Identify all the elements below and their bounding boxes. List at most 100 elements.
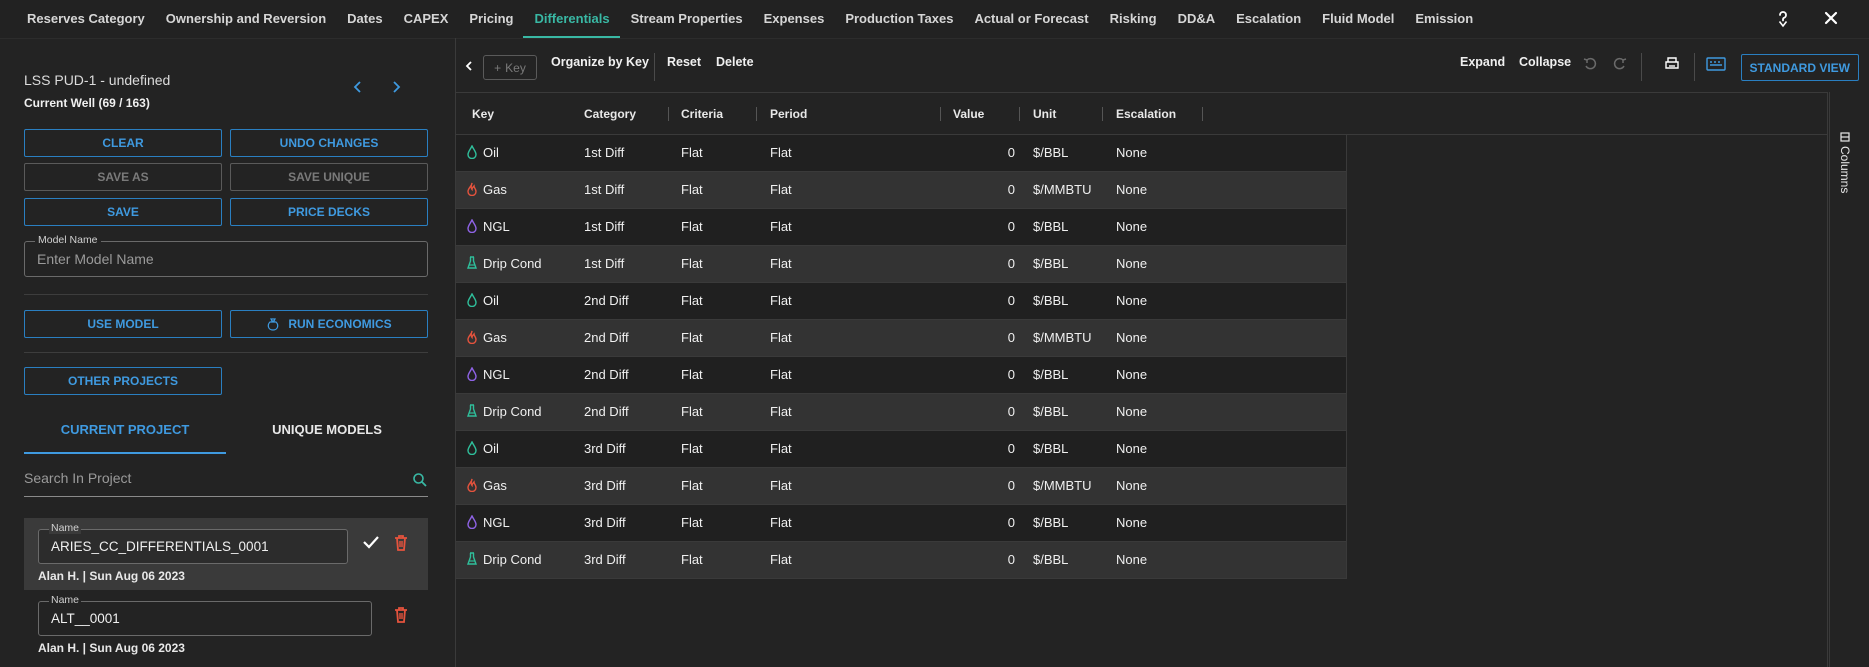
cell-unit[interactable]: $/BBL — [1033, 256, 1068, 271]
column-header-period[interactable]: Period — [770, 107, 807, 121]
delete-button[interactable]: Delete — [716, 55, 754, 69]
column-header-criteria[interactable]: Criteria — [681, 107, 723, 121]
expand-button[interactable]: Expand — [1460, 55, 1505, 69]
cell-value[interactable]: 0 — [975, 441, 1015, 456]
collapse-button[interactable]: Collapse — [1519, 55, 1571, 69]
cell-escalation[interactable]: None — [1116, 256, 1147, 271]
tab-pricing[interactable]: Pricing — [458, 0, 523, 38]
cell-escalation[interactable]: None — [1116, 478, 1147, 493]
table-row[interactable]: Oil 2nd Diff Flat Flat 0 $/BBL None — [456, 283, 1346, 320]
cell-escalation[interactable]: None — [1116, 330, 1147, 345]
use-model-button[interactable]: USE MODEL — [24, 310, 222, 338]
cell-period[interactable]: Flat — [770, 219, 792, 234]
cell-category[interactable]: 2nd Diff — [584, 293, 629, 308]
cell-value[interactable]: 0 — [975, 404, 1015, 419]
tab-fluid-model[interactable]: Fluid Model — [1311, 0, 1404, 38]
save-unique-button[interactable]: SAVE UNIQUE — [230, 163, 428, 191]
table-row[interactable]: Drip Cond 3rd Diff Flat Flat 0 $/BBL None — [456, 542, 1346, 579]
model-list-item[interactable]: Name ALT__0001 Alan H. | Sun Aug 06 2023 — [24, 590, 428, 662]
organize-by-key-button[interactable]: Organize by Key — [551, 55, 649, 69]
tab-differentials[interactable]: Differentials — [523, 0, 620, 38]
cell-unit[interactable]: $/BBL — [1033, 552, 1068, 567]
cell-key[interactable]: NGL — [483, 219, 510, 234]
tab-reserves-category[interactable]: Reserves Category — [16, 0, 155, 38]
cell-category[interactable]: 1st Diff — [584, 182, 624, 197]
tab-capex[interactable]: CAPEX — [393, 0, 459, 38]
cell-unit[interactable]: $/MMBTU — [1033, 182, 1092, 197]
cell-unit[interactable]: $/MMBTU — [1033, 478, 1092, 493]
cell-key[interactable]: Drip Cond — [483, 404, 542, 419]
cell-key[interactable]: Gas — [483, 182, 507, 197]
table-row[interactable]: Gas 2nd Diff Flat Flat 0 $/MMBTU None — [456, 320, 1346, 357]
cell-period[interactable]: Flat — [770, 182, 792, 197]
cell-value[interactable]: 0 — [975, 552, 1015, 567]
cell-key[interactable]: Oil — [483, 293, 499, 308]
tab-stream-properties[interactable]: Stream Properties — [620, 0, 753, 38]
cell-period[interactable]: Flat — [770, 256, 792, 271]
redo-icon[interactable] — [1613, 57, 1627, 76]
cell-criteria[interactable]: Flat — [681, 441, 703, 456]
cell-unit[interactable]: $/BBL — [1033, 145, 1068, 160]
cell-escalation[interactable]: None — [1116, 515, 1147, 530]
cell-category[interactable]: 3rd Diff — [584, 478, 626, 493]
cell-unit[interactable]: $/BBL — [1033, 515, 1068, 530]
clear-button[interactable]: CLEAR — [24, 129, 222, 157]
table-row[interactable]: NGL 3rd Diff Flat Flat 0 $/BBL None — [456, 505, 1346, 542]
cell-period[interactable]: Flat — [770, 145, 792, 160]
cell-category[interactable]: 2nd Diff — [584, 330, 629, 345]
project-search[interactable]: Search In Project — [24, 468, 428, 497]
cell-criteria[interactable]: Flat — [681, 515, 703, 530]
cell-category[interactable]: 1st Diff — [584, 256, 624, 271]
cell-key[interactable]: Gas — [483, 478, 507, 493]
column-header-key[interactable]: Key — [472, 107, 494, 121]
cell-criteria[interactable]: Flat — [681, 330, 703, 345]
tab-dd-a[interactable]: DD&A — [1167, 0, 1226, 38]
cell-escalation[interactable]: None — [1116, 219, 1147, 234]
column-resize-handle[interactable] — [940, 107, 941, 121]
reset-button[interactable]: Reset — [667, 55, 701, 69]
standard-view-button[interactable]: STANDARD VIEW — [1740, 54, 1859, 81]
add-key-button[interactable]: + Key — [483, 55, 537, 80]
cell-criteria[interactable]: Flat — [681, 367, 703, 382]
cell-period[interactable]: Flat — [770, 552, 792, 567]
column-resize-handle[interactable] — [1202, 107, 1203, 121]
tab-current-project[interactable]: CURRENT PROJECT — [24, 422, 226, 454]
column-header-category[interactable]: Category — [584, 107, 636, 121]
next-well-chevron-right-icon[interactable] — [390, 80, 402, 99]
table-row[interactable]: Gas 1st Diff Flat Flat 0 $/MMBTU None — [456, 172, 1346, 209]
model-name-field[interactable]: Model Name Enter Model Name — [24, 234, 428, 277]
cell-criteria[interactable]: Flat — [681, 219, 703, 234]
cell-unit[interactable]: $/BBL — [1033, 441, 1068, 456]
undo-icon[interactable] — [1583, 57, 1597, 76]
tab-risking[interactable]: Risking — [1099, 0, 1167, 38]
search-input[interactable]: Search In Project — [24, 470, 131, 486]
cell-unit[interactable]: $/BBL — [1033, 293, 1068, 308]
column-header-escalation[interactable]: Escalation — [1116, 107, 1176, 121]
column-resize-handle[interactable] — [1019, 107, 1020, 121]
cell-period[interactable]: Flat — [770, 441, 792, 456]
cell-escalation[interactable]: None — [1116, 293, 1147, 308]
run-economics-button[interactable]: RUN ECONOMICS — [230, 310, 428, 338]
cell-category[interactable]: 3rd Diff — [584, 441, 626, 456]
cell-criteria[interactable]: Flat — [681, 182, 703, 197]
table-row[interactable]: Oil 3rd Diff Flat Flat 0 $/BBL None — [456, 431, 1346, 468]
save-as-button[interactable]: SAVE AS — [24, 163, 222, 191]
save-button[interactable]: SAVE — [24, 198, 222, 226]
cell-category[interactable]: 3rd Diff — [584, 515, 626, 530]
cell-key[interactable]: Drip Cond — [483, 552, 542, 567]
tab-ownership-and-reversion[interactable]: Ownership and Reversion — [155, 0, 336, 38]
cell-key[interactable]: Oil — [483, 441, 499, 456]
cell-period[interactable]: Flat — [770, 293, 792, 308]
cell-period[interactable]: Flat — [770, 515, 792, 530]
help-icon[interactable] — [1773, 8, 1793, 28]
cell-period[interactable]: Flat — [770, 404, 792, 419]
cell-value[interactable]: 0 — [975, 367, 1015, 382]
model-name-field[interactable]: Name ARIES_CC_DIFFERENTIALS_0001 — [38, 522, 348, 564]
table-row[interactable]: NGL 1st Diff Flat Flat 0 $/BBL None — [456, 209, 1346, 246]
cell-value[interactable]: 0 — [975, 219, 1015, 234]
cell-criteria[interactable]: Flat — [681, 293, 703, 308]
cell-escalation[interactable]: None — [1116, 404, 1147, 419]
table-row[interactable]: Gas 3rd Diff Flat Flat 0 $/MMBTU None — [456, 468, 1346, 505]
model-list-item[interactable]: Name ARIES_CC_DIFFERENTIALS_0001 Alan H.… — [24, 518, 428, 590]
cell-escalation[interactable]: None — [1116, 441, 1147, 456]
